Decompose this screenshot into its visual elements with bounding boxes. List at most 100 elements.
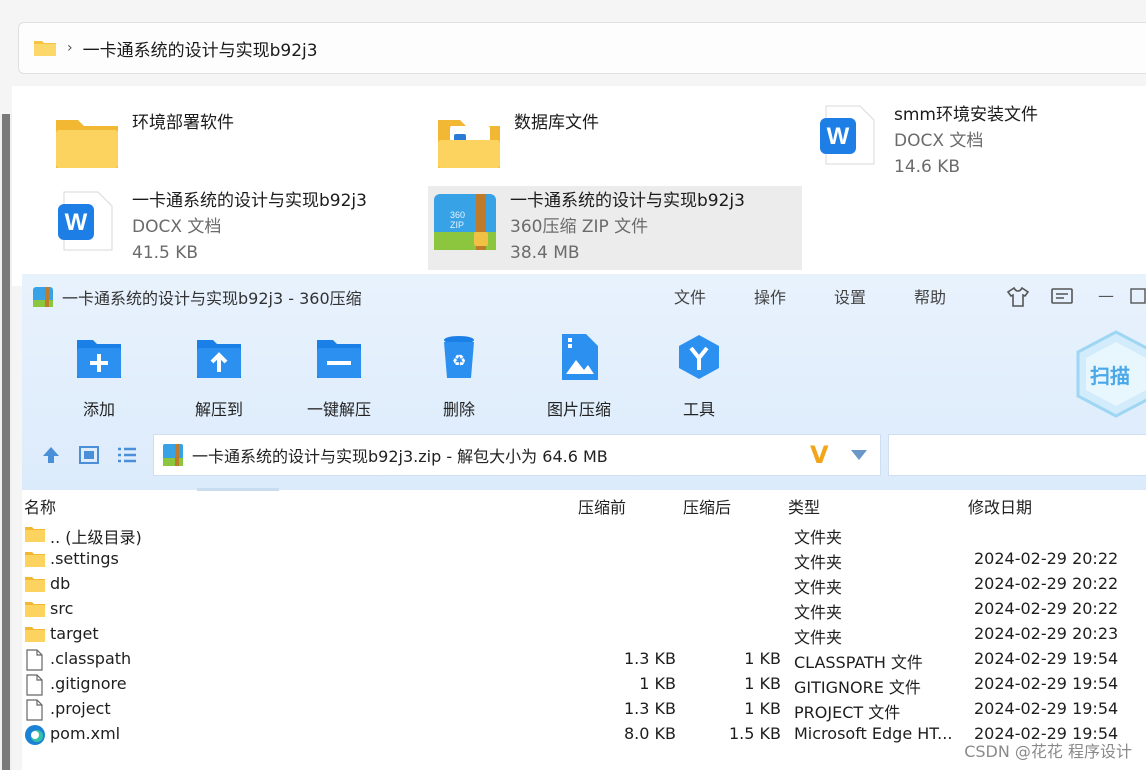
list-view-icon[interactable] <box>116 444 138 466</box>
edge-browser-icon <box>24 724 46 750</box>
folder-icon <box>24 624 46 648</box>
menu-file[interactable]: 文件 <box>674 284 706 308</box>
chevron-down-icon[interactable] <box>850 449 868 461</box>
row-type: CLASSPATH 文件 <box>794 653 923 672</box>
skin-icon[interactable] <box>1006 286 1030 308</box>
delete-label: 删除 <box>442 400 475 419</box>
v-logo-icon[interactable]: V <box>810 441 829 469</box>
add-label: 添加 <box>82 400 115 419</box>
delete-button[interactable]: ♻ 删除 <box>404 332 514 420</box>
breadcrumb[interactable]: 一卡通系统的设计与实现b92j3 <box>83 36 318 61</box>
item-size: 41.5 KB <box>132 243 199 263</box>
scrollbar[interactable] <box>0 114 12 770</box>
row-name: target <box>50 624 99 643</box>
item-name: smm环境安装文件 <box>894 105 1038 125</box>
minimize-icon[interactable]: — <box>1098 286 1114 305</box>
item-type: DOCX 文档 <box>132 217 222 237</box>
extract-to-label: 解压到 <box>194 400 243 419</box>
zip-file-icon <box>163 444 183 466</box>
path-field[interactable]: 一卡通系统的设计与实现b92j3.zip - 解包大小为 64.6 MB V <box>153 434 881 476</box>
table-row[interactable]: db 文件夹 2024-02-29 20:22 <box>22 572 1146 597</box>
table-row[interactable]: .. (上级目录) 文件夹 <box>22 522 1146 547</box>
row-size-before: 1.3 KB <box>624 649 676 668</box>
explorer-item-folder[interactable]: 数据库文件 <box>436 110 599 176</box>
image-compress-button[interactable]: 图片压缩 <box>524 332 634 420</box>
database-folder-icon <box>438 120 500 168</box>
row-name: pom.xml <box>50 724 121 743</box>
window-title: 一卡通系统的设计与实现b92j3 - 360压缩 <box>62 289 362 308</box>
row-date: 2024-02-29 19:54 <box>974 674 1119 693</box>
col-after[interactable]: 压缩后 <box>683 494 731 518</box>
col-before[interactable]: 压缩前 <box>578 494 626 518</box>
search-input[interactable] <box>888 434 1146 476</box>
explorer-item-zip[interactable]: 360 ZIP 一卡通系统的设计与实现b92j3 360压缩 ZIP 文件 38.… <box>428 186 802 270</box>
scan-label: 扫描 <box>1090 364 1130 388</box>
one-click-extract-button[interactable]: 一键解压 <box>284 332 394 420</box>
table-row[interactable]: .classpath 1.3 KB 1 KB CLASSPATH 文件 2024-02-… <box>22 647 1146 672</box>
folder-icon <box>24 524 46 548</box>
row-type: GITIGNORE 文件 <box>794 678 921 697</box>
row-type: 文件夹 <box>794 528 843 547</box>
explorer-item-folder[interactable]: 环境部署软件 <box>54 110 234 176</box>
svg-text:♻: ♻ <box>452 351 466 370</box>
image-compress-label: 图片压缩 <box>546 400 611 419</box>
word-document-icon: W <box>820 105 875 165</box>
row-size-before: 8.0 KB <box>624 724 676 743</box>
row-name: .classpath <box>50 649 132 668</box>
row-size-before: 1 KB <box>639 674 676 693</box>
row-type: PROJECT 文件 <box>794 703 901 722</box>
svg-text:W: W <box>65 209 88 236</box>
row-size-after: 1 KB <box>744 649 781 668</box>
svg-text:ZIP: ZIP <box>450 220 464 230</box>
one-click-extract-icon <box>317 340 361 378</box>
add-button[interactable]: 添加 <box>44 332 154 420</box>
menu-help[interactable]: 帮助 <box>914 284 946 308</box>
row-name: .settings <box>50 549 119 568</box>
watermark: CSDN @花花 程序设计 <box>964 742 1132 761</box>
word-document-icon: W <box>58 191 113 251</box>
item-type: 360压缩 ZIP 文件 <box>510 217 649 237</box>
screen: { "explorer": { "breadcrumb": "一卡通系统的设计与… <box>0 0 1146 770</box>
menu-operate[interactable]: 操作 <box>754 284 786 308</box>
table-row[interactable]: .gitignore 1 KB 1 KB GITIGNORE 文件 2024-02-29… <box>22 672 1146 697</box>
one-click-extract-label: 一键解压 <box>306 400 371 419</box>
row-date: 2024-02-29 19:54 <box>974 699 1119 718</box>
row-type: 文件夹 <box>794 553 843 572</box>
row-date: 2024-02-29 19:54 <box>974 649 1119 668</box>
col-type[interactable]: 类型 <box>788 494 820 518</box>
zip-app-icon <box>33 287 53 307</box>
feedback-icon[interactable] <box>1050 286 1074 308</box>
table-row[interactable]: src 文件夹 2024-02-29 20:22 <box>22 597 1146 622</box>
tools-button[interactable]: 工具 <box>644 332 754 420</box>
table-row[interactable]: target 文件夹 2024-02-29 20:23 <box>22 622 1146 647</box>
folder-icon <box>24 599 46 623</box>
row-date: 2024-02-29 20:22 <box>974 574 1119 593</box>
explorer-item-docx[interactable]: W 一卡通系统的设计与实现b92j3 DOCX 文档 41.5 KB <box>54 188 367 266</box>
row-type: 文件夹 <box>794 578 843 597</box>
extract-to-button[interactable]: 解压到 <box>164 332 274 420</box>
col-date[interactable]: 修改日期 <box>968 494 1032 518</box>
row-name: db <box>50 574 71 593</box>
maximize-icon[interactable] <box>1130 288 1146 304</box>
row-type: 文件夹 <box>794 603 843 622</box>
row-name: .gitignore <box>50 674 127 693</box>
row-size-after: 1 KB <box>744 699 781 718</box>
col-name[interactable]: 名称 <box>24 494 56 518</box>
explorer-item-docx[interactable]: W smm环境安装文件 DOCX 文档 14.6 KB <box>816 102 1038 180</box>
row-size-after: 1.5 KB <box>729 724 781 743</box>
thumbnail-view-icon[interactable] <box>78 444 100 466</box>
item-type: DOCX 文档 <box>894 131 984 151</box>
item-size: 38.4 MB <box>510 243 580 263</box>
menu-settings[interactable]: 设置 <box>834 284 866 308</box>
address-bar[interactable]: › 一卡通系统的设计与实现b92j3 <box>18 22 1146 74</box>
scan-button[interactable]: 扫描 <box>1076 330 1146 418</box>
item-name: 一卡通系统的设计与实现b92j3 <box>132 191 367 211</box>
item-size: 14.6 KB <box>894 157 961 177</box>
scrollbar-thumb[interactable] <box>2 114 10 770</box>
table-row[interactable]: .project 1.3 KB 1 KB PROJECT 文件 2024-02-29 1… <box>22 697 1146 722</box>
column-resize-marker <box>197 488 279 491</box>
up-arrow-icon[interactable] <box>40 444 62 466</box>
row-date: 2024-02-29 20:22 <box>974 549 1119 568</box>
folder-icon <box>56 120 118 168</box>
table-row[interactable]: .settings 文件夹 2024-02-29 20:22 <box>22 547 1146 572</box>
